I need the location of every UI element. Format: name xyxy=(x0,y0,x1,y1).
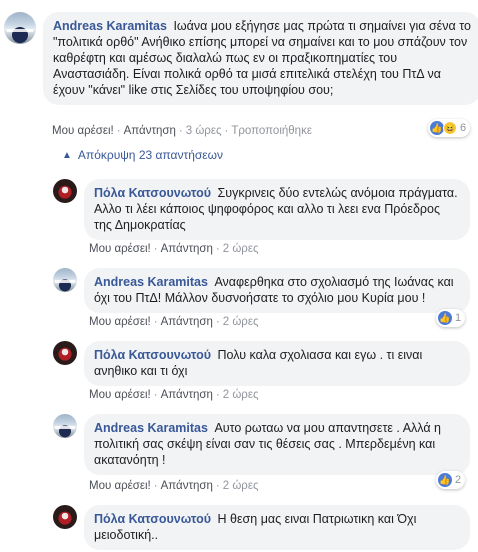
reply-bubble: Andreas Karamitas Αυτο ρωταω να μου απαν… xyxy=(84,414,470,475)
reply-author[interactable]: Πόλα Κατσουνωτού xyxy=(94,512,211,526)
timestamp[interactable]: 2 ώρες xyxy=(223,316,259,328)
reaction-count-value: 2 xyxy=(455,474,462,486)
hide-replies-label: Απόκρυψη 23 απαντήσεων xyxy=(77,148,224,162)
reply-actions: Μου αρέσει! · Απάντηση · 2 ώρες xyxy=(89,316,259,328)
timestamp[interactable]: 2 ώρες xyxy=(223,389,259,401)
timestamp[interactable]: 2 ώρες xyxy=(223,243,259,255)
comment-bubble: Andreas Karamitas Ιωάνα μου εξήγησε μας … xyxy=(43,12,478,105)
reply-actions: Μου αρέσει! · Απάντηση · 2 ώρες xyxy=(89,243,259,255)
avatar[interactable] xyxy=(53,341,77,365)
comment-actions: Μου αρέσει! · Απάντηση · 3 ώρες · Τροποποιήθηκ… xyxy=(52,125,312,137)
reaction-count[interactable]: 👍 2 xyxy=(436,471,466,489)
reply-author[interactable]: Andreas Karamitas xyxy=(94,275,208,289)
like-link[interactable]: Μου αρέσει! xyxy=(89,316,151,328)
reaction-count-value: 1 xyxy=(455,312,462,324)
reaction-count[interactable]: 👍 1 xyxy=(436,309,466,327)
hide-replies-toggle[interactable]: ▲ Απόκρυψη 23 απαντήσεων xyxy=(62,148,223,162)
reply-bubble: Πόλα Κατσουνωτού Συγκρινεις δύο εντελώς … xyxy=(84,179,470,240)
like-icon: 👍 xyxy=(438,473,452,487)
reply-actions: Μου αρέσει! · Απάντηση · 2 ώρες xyxy=(89,480,259,492)
avatar[interactable] xyxy=(53,505,77,529)
haha-icon: 😆 xyxy=(443,121,457,135)
reply-author[interactable]: Andreas Karamitas xyxy=(94,421,208,435)
reply-actions: Μου αρέσει! · Απάντηση · 2 ώρες xyxy=(89,389,259,401)
reply-bubble: Πόλα Κατσουνωτού Η θεση μας ειναι Πατριω… xyxy=(84,505,470,550)
reply: Andreas Karamitas Αναφερθηκα στο σχολιασ… xyxy=(53,268,470,313)
edited-label: Τροποποιήθηκε xyxy=(231,125,312,137)
comment: Andreas Karamitas Ιωάνα μου εξήγησε μας … xyxy=(4,12,478,105)
reply-link[interactable]: Απάντηση xyxy=(161,389,213,401)
like-icon: 👍 xyxy=(430,121,444,135)
reply-link[interactable]: Απάντηση xyxy=(161,480,213,492)
avatar[interactable] xyxy=(53,268,77,292)
reply: Andreas Karamitas Αυτο ρωταω να μου απαν… xyxy=(53,414,470,475)
like-link[interactable]: Μου αρέσει! xyxy=(52,125,114,137)
reaction-count-value: 6 xyxy=(460,122,467,134)
like-icon: 👍 xyxy=(438,311,452,325)
reply-author[interactable]: Πόλα Κατσουνωτού xyxy=(94,186,211,200)
like-link[interactable]: Μου αρέσει! xyxy=(89,480,151,492)
like-link[interactable]: Μου αρέσει! xyxy=(89,389,151,401)
avatar[interactable] xyxy=(53,414,77,438)
reply-bubble: Πόλα Κατσουνωτού Πολυ καλα σχολιασα και … xyxy=(84,341,470,386)
like-link[interactable]: Μου αρέσει! xyxy=(89,243,151,255)
chevron-up-icon: ▲ xyxy=(62,149,72,161)
reply-bubble: Andreas Karamitas Αναφερθηκα στο σχολιασ… xyxy=(84,268,470,313)
reply-link[interactable]: Απάντηση xyxy=(161,316,213,328)
timestamp[interactable]: 3 ώρες xyxy=(186,125,222,137)
avatar[interactable] xyxy=(53,179,77,203)
reply-author[interactable]: Πόλα Κατσουνωτού xyxy=(94,348,211,362)
reply: Πόλα Κατσουνωτού Η θεση μας ειναι Πατριω… xyxy=(53,505,470,550)
reply-link[interactable]: Απάντηση xyxy=(161,243,213,255)
comment-author[interactable]: Andreas Karamitas xyxy=(53,19,167,33)
reply-link[interactable]: Απάντηση xyxy=(124,125,176,137)
reaction-count[interactable]: 👍 😆 6 xyxy=(428,119,471,137)
avatar[interactable] xyxy=(4,12,36,44)
timestamp[interactable]: 2 ώρες xyxy=(223,480,259,492)
reply: Πόλα Κατσουνωτού Πολυ καλα σχολιασα και … xyxy=(53,341,470,386)
reply: Πόλα Κατσουνωτού Συγκρινεις δύο εντελώς … xyxy=(53,179,470,240)
